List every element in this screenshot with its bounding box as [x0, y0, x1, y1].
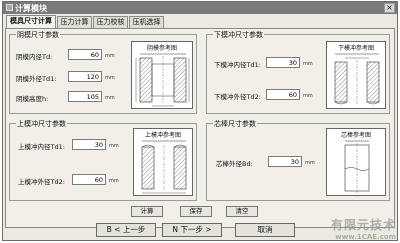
lower-punch-outer-diameter-input[interactable]: [266, 89, 300, 100]
die-drawing: [135, 53, 190, 107]
upper-punch-drawing: [141, 140, 187, 194]
upper-punch-inner-diameter-label: 上模冲内径Td1:: [18, 143, 65, 151]
lower-punch-inner-diameter-input[interactable]: [266, 57, 300, 68]
die-reference-diagram: 阴模参考图: [131, 41, 193, 109]
core-rod-group-title: 芯棒尺寸参数: [213, 119, 257, 129]
core-rod-outer-diameter-input[interactable]: [268, 156, 302, 167]
lower-punch-inner-diameter-label: 下模冲内径Td1:: [214, 61, 261, 69]
tab-die-size-calculation[interactable]: 模具尺寸计算: [6, 15, 56, 28]
lower-punch-group-title: 下模冲尺寸参数: [213, 30, 264, 40]
tab-press-selection[interactable]: 压机选择: [129, 16, 164, 28]
lower-punch-drawing: [334, 53, 380, 105]
upper-punch-outer-diameter-label: 上模冲外径Td2:: [18, 178, 65, 186]
save-button[interactable]: 保存: [180, 206, 212, 217]
tab-pressure-calculation[interactable]: 压力计算: [57, 16, 92, 28]
core-rod-outer-diameter-label: 芯棒外径Bd:: [216, 160, 253, 168]
back-button[interactable]: B < 上一步: [96, 223, 156, 237]
core-rod-reference-diagram: 芯棒参考图: [326, 128, 386, 196]
upper-punch-group-title: 上模冲尺寸参数: [16, 119, 67, 129]
close-button[interactable]: ×: [384, 3, 395, 13]
lower-punch-inner-diameter-unit: mm: [303, 61, 313, 67]
upper-punch-reference-diagram: 上模冲参考图: [133, 128, 193, 196]
die-height-unit: mm: [105, 95, 115, 101]
watermark-url: www.1CAE.com: [335, 233, 396, 241]
clear-button[interactable]: 清空: [226, 206, 258, 217]
tab-content-panel: 阴模尺寸参数 阴模内径Td: mm 阴模外径Td1: mm 阴模高度h: mm …: [5, 28, 395, 228]
next-button[interactable]: N 下一步 >: [162, 223, 222, 237]
die-group-title: 阴模尺寸参数: [16, 30, 60, 40]
core-rod-drawing: [344, 140, 370, 193]
die-inner-diameter-unit: mm: [105, 53, 115, 59]
watermark-title: 有限元技术: [330, 218, 396, 232]
die-outer-diameter-unit: mm: [105, 75, 115, 81]
upper-punch-inner-diameter-unit: mm: [109, 143, 119, 149]
upper-punch-outer-diameter-unit: mm: [109, 178, 119, 184]
core-rod-outer-diameter-unit: mm: [305, 160, 315, 166]
lower-punch-reference-diagram: 下模冲参考图: [326, 41, 386, 109]
title-bar: 计算模块 ×: [3, 2, 397, 14]
lower-punch-outer-diameter-label: 下模冲外径Td2:: [214, 93, 261, 101]
calculation-module-window: 计算模块 × 模具尺寸计算 压力计算 压力校核 压机选择 阴模尺寸参数 阴模内径…: [2, 1, 398, 241]
upper-punch-inner-diameter-input[interactable]: [72, 139, 106, 150]
die-height-label: 阴模高度h:: [16, 95, 49, 103]
lower-punch-outer-diameter-unit: mm: [303, 93, 313, 99]
window-title: 计算模块: [15, 4, 47, 13]
die-height-input[interactable]: [68, 91, 102, 102]
watermark: 有限元技术 www.1CAE.com: [331, 216, 396, 241]
die-inner-diameter-label: 阴模内径Td:: [16, 53, 53, 61]
app-icon: [6, 4, 13, 11]
calculate-button[interactable]: 计算: [131, 206, 163, 217]
tab-pressure-check[interactable]: 压力校核: [93, 16, 128, 28]
die-inner-diameter-input[interactable]: [68, 49, 102, 60]
upper-punch-outer-diameter-input[interactable]: [72, 174, 106, 185]
die-outer-diameter-input[interactable]: [68, 71, 102, 82]
cancel-button[interactable]: 取消: [235, 223, 295, 237]
die-outer-diameter-label: 阴模外径Td1:: [16, 75, 57, 83]
